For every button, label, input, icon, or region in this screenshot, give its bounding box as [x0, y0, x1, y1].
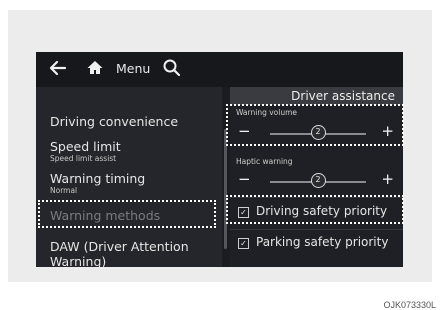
- panel-header: Driver assistance: [230, 87, 403, 105]
- highlight-driving-safety-priority: [226, 195, 404, 224]
- haptic-increase-button[interactable]: +: [381, 170, 394, 188]
- slider-knob[interactable]: 2: [310, 173, 326, 188]
- highlight-warning-methods: [38, 200, 216, 228]
- menu-item-warning-timing[interactable]: Warning timing Normal: [50, 171, 145, 196]
- menu-item-label: Driving convenience: [50, 114, 179, 129]
- divider: [230, 229, 403, 230]
- menu-item-sublabel: Speed limit assist: [50, 154, 117, 163]
- menu-item-speed-limit[interactable]: Speed limit Speed limit assist: [50, 139, 121, 164]
- checkbox-icon[interactable]: ✓: [238, 238, 249, 249]
- parking-safety-priority-option[interactable]: ✓ Parking safety priority: [236, 233, 400, 255]
- settings-menu-list: Driving convenience Speed limit Speed li…: [36, 87, 222, 267]
- menu-item-driving-convenience[interactable]: Driving convenience: [50, 114, 178, 129]
- menu-item-label: Warning timing: [50, 171, 146, 186]
- option-label: Parking safety priority: [256, 235, 389, 249]
- haptic-warning-slider[interactable]: − 2 +: [236, 170, 400, 191]
- home-icon[interactable]: [86, 59, 104, 81]
- top-bar: Menu: [36, 52, 403, 87]
- scrollbar-thumb[interactable]: [224, 129, 227, 249]
- highlight-warning-volume: [226, 104, 404, 146]
- back-arrow-icon[interactable]: [48, 58, 68, 82]
- menu-item-daw[interactable]: DAW (Driver Attention Warning): [50, 239, 218, 267]
- menu-item-label: Speed limit: [50, 139, 121, 154]
- haptic-decrease-button[interactable]: −: [238, 170, 251, 188]
- figure-code: OJK073330L: [383, 300, 436, 310]
- haptic-warning-label: Haptic warning: [236, 157, 293, 166]
- infotainment-screen: Menu Driving convenience Speed limit Spe…: [36, 52, 403, 267]
- search-icon[interactable]: [162, 58, 182, 82]
- menu-item-sublabel: Normal: [50, 186, 78, 195]
- menu-item-label: DAW (Driver Attention Warning): [50, 239, 189, 267]
- menu-button[interactable]: Menu: [116, 61, 150, 76]
